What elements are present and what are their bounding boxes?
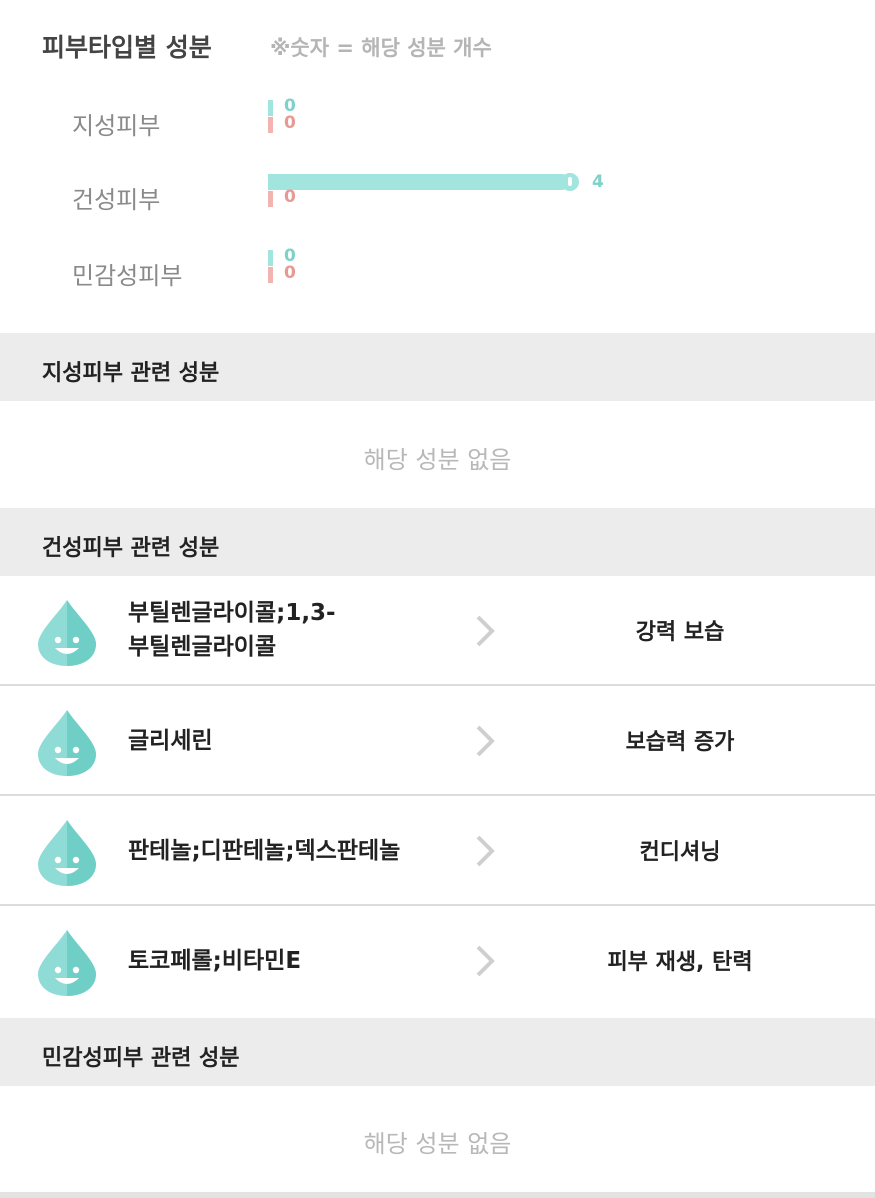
- ingredient-row[interactable]: 토코페롤;비타민E 피부 재생, 탄력: [0, 906, 875, 1016]
- ingredient-effect: 피부 재생, 탄력: [607, 950, 753, 975]
- summary-note: ※숫자 = 해당 성분 개수: [270, 36, 492, 60]
- ingredient-effect: 강력 보습: [635, 620, 725, 645]
- ingredient-effect: 컨디셔닝: [639, 840, 721, 865]
- chevron-right-icon: [476, 945, 495, 977]
- ingredient-name-line1: 판테놀;디판테놀;덱스판테놀: [128, 838, 401, 864]
- ingredient-name: 판테놀;디판테놀;덱스판테놀: [128, 834, 428, 868]
- skin-type-summary: 피부타입별 성분 ※숫자 = 해당 성분 개수 지성피부 0 0 건성피부 4 …: [0, 0, 875, 333]
- chevron-right-icon: [476, 835, 495, 867]
- skin-label: 민감성피부: [72, 262, 183, 290]
- ingredient-name-line1: 토코페롤;비타민E: [128, 948, 302, 974]
- bad-count: 0: [284, 113, 296, 133]
- section-title: 민감성피부 관련 성분: [42, 1046, 240, 1071]
- ingredient-row[interactable]: 부틸렌글라이콜;1,3- 부틸렌글라이콜 강력 보습: [0, 576, 875, 686]
- skin-row-dry: 건성피부 4 0: [0, 172, 875, 234]
- water-drop-smile-icon: [38, 600, 96, 666]
- section-title: 건성피부 관련 성분: [42, 536, 220, 561]
- bad-count: 0: [284, 263, 296, 283]
- section-header-dry: 건성피부 관련 성분: [0, 508, 875, 576]
- water-drop-smile-icon: [38, 710, 96, 776]
- bad-count: 0: [284, 187, 296, 207]
- skin-row-sensitive: 민감성피부 0 0: [0, 246, 875, 310]
- ingredient-name-line1: 글리세린: [128, 728, 213, 754]
- skin-row-oily: 지성피부 0 0: [0, 96, 875, 160]
- good-bar: [268, 174, 570, 190]
- empty-message-oily: 해당 성분 없음: [363, 446, 512, 474]
- ingredient-name: 토코페롤;비타민E: [128, 944, 428, 978]
- water-drop-smile-icon: [38, 930, 96, 996]
- chevron-right-icon: [476, 725, 495, 757]
- section-title: 지성피부 관련 성분: [42, 361, 220, 386]
- good-bar: [268, 250, 273, 266]
- bad-bar: [268, 191, 273, 207]
- skin-label: 지성피부: [72, 112, 161, 140]
- ingredient-row[interactable]: 글리세린 보습력 증가: [0, 686, 875, 796]
- ingredient-name-line1: 부틸렌글라이콜;1,3-: [128, 600, 336, 626]
- good-count: 4: [592, 172, 604, 192]
- ingredient-effect: 보습력 증가: [625, 730, 735, 755]
- section-header-oily: 지성피부 관련 성분: [0, 333, 875, 401]
- ingredient-row[interactable]: 판테놀;디판테놀;덱스판테놀 컨디셔닝: [0, 796, 875, 906]
- skin-label: 건성피부: [72, 186, 161, 214]
- section-header-sensitive: 민감성피부 관련 성분: [0, 1018, 875, 1086]
- ingredient-name-line2: 부틸렌글라이콜: [128, 634, 277, 660]
- bar-tip-drop-icon: [561, 173, 579, 191]
- bad-bar: [268, 117, 273, 133]
- bad-bar: [268, 267, 273, 283]
- ingredient-name: 부틸렌글라이콜;1,3- 부틸렌글라이콜: [128, 596, 428, 664]
- good-bar: [268, 100, 273, 116]
- water-drop-smile-icon: [38, 820, 96, 886]
- ingredient-name: 글리세린: [128, 724, 428, 758]
- chevron-right-icon: [476, 615, 495, 647]
- summary-title: 피부타입별 성분: [42, 33, 212, 62]
- empty-message-sensitive: 해당 성분 없음: [363, 1130, 512, 1158]
- bottom-divider: [0, 1192, 875, 1198]
